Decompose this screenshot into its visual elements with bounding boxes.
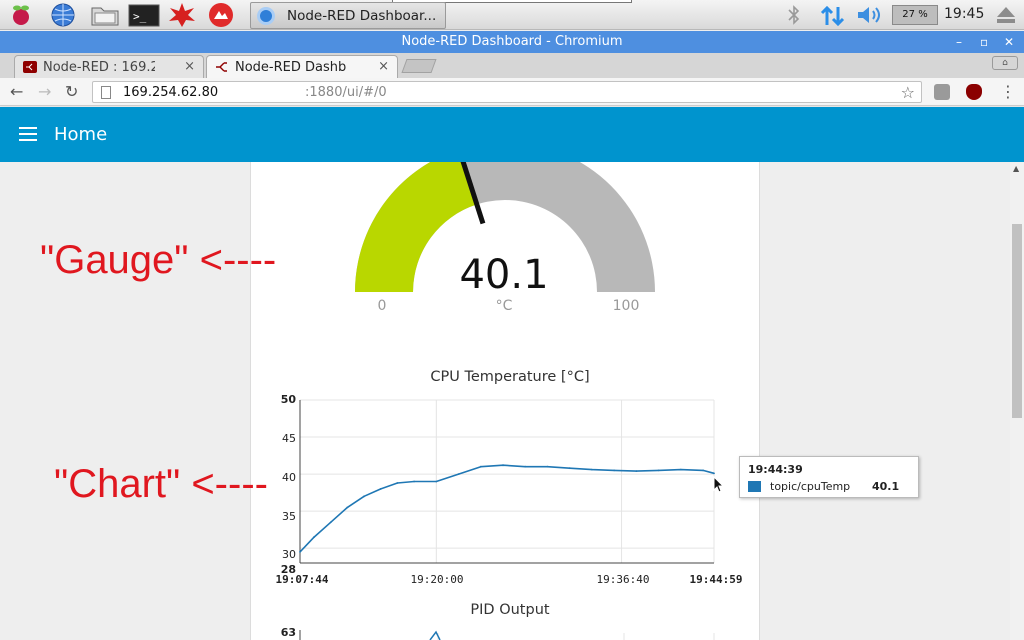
gauge-annotation: "Gauge" <----	[40, 238, 277, 282]
gauge-min-label: 0	[377, 298, 387, 314]
chart-tooltip: 19:44:39 topic/cpuTemp 40.1	[739, 456, 919, 498]
window-titlebar: Node-RED Dashboard - Chromium – ▫ ✕	[0, 31, 1024, 53]
y-tick-label: 30	[282, 548, 296, 561]
close-icon[interactable]: ✕	[1004, 31, 1014, 53]
hamburger-menu-icon[interactable]	[19, 127, 37, 141]
page-title: Home	[54, 124, 108, 145]
chart-annotation: "Chart" <----	[54, 462, 268, 506]
series-swatch	[748, 481, 761, 492]
url-path: :1880/ui/#/0	[305, 85, 387, 100]
url-host: 169.254.62.80	[123, 85, 219, 100]
bookmark-star-icon[interactable]: ☆	[901, 83, 915, 102]
data-point	[679, 468, 682, 471]
data-point	[546, 465, 549, 468]
data-point	[635, 470, 638, 473]
data-point	[457, 473, 460, 475]
scrollbar-thumb[interactable]	[1012, 224, 1022, 418]
x-tick-label: 19:20:00	[410, 573, 464, 586]
volume-icon[interactable]	[856, 5, 884, 29]
x-tick-label: 19:36:40	[596, 573, 650, 586]
data-point	[591, 468, 593, 471]
y-tick-label: 45	[282, 432, 296, 445]
profile-icon[interactable]: ⌂	[992, 56, 1018, 70]
tab-node-red-editor[interactable]: Node-RED : 169.25 ×	[14, 55, 204, 78]
data-point	[363, 495, 365, 498]
cpu-monitor[interactable]: 27 %	[892, 5, 938, 25]
data-point	[713, 472, 715, 475]
gauge-value: 40.1	[459, 252, 549, 298]
tab-node-red-dashboard[interactable]: Node-RED Dashbo ×	[206, 55, 398, 78]
tab-label: Node-RED Dashbo	[235, 60, 347, 75]
tooltip-series: topic/cpuTemp	[770, 480, 851, 493]
network-icon[interactable]	[820, 5, 846, 31]
reload-icon[interactable]: ↻	[65, 82, 78, 101]
data-point	[396, 482, 399, 484]
extension-icon[interactable]	[934, 84, 950, 100]
mathematica-icon[interactable]	[168, 2, 195, 28]
tab-strip: Node-RED : 169.25 × Node-RED Dashbo × ⌂	[0, 53, 1024, 78]
data-point	[299, 550, 301, 553]
data-point	[613, 469, 616, 472]
y-tick-label: 35	[282, 510, 296, 523]
tooltip-time: 19:44:39	[748, 463, 803, 476]
x-tick-label: 19:07:44	[275, 573, 329, 586]
data-point	[329, 521, 332, 524]
data-point	[435, 480, 438, 483]
page-scrollbar[interactable]: ▲	[1010, 162, 1024, 640]
ublock-icon[interactable]	[966, 84, 982, 100]
data-point	[346, 506, 349, 509]
data-point	[413, 480, 416, 483]
menu-icon[interactable]: ⋮	[1000, 82, 1016, 101]
window-title: Node-RED Dashboard - Chromium	[401, 34, 623, 49]
data-point	[702, 469, 704, 472]
terminal-icon[interactable]: >_	[128, 2, 160, 28]
chart-title: CPU Temperature [°C]	[430, 369, 590, 385]
tab-label: Node-RED : 169.25	[43, 60, 155, 75]
data-point	[657, 469, 660, 472]
pid-chart-title: PID Output	[470, 602, 550, 618]
data-point	[502, 464, 504, 467]
taskbar-window-button[interactable]: Node-RED Dashboar...	[250, 2, 446, 29]
pid-output-chart[interactable]	[290, 630, 730, 640]
wolfram-icon[interactable]	[207, 2, 233, 28]
node-red-favicon	[23, 61, 37, 73]
tab-close-icon[interactable]: ×	[378, 59, 389, 74]
dashboard-header: Home	[0, 107, 1024, 162]
data-point	[379, 488, 382, 490]
node-red-favicon	[216, 62, 227, 72]
y-tick-label: 40	[282, 471, 296, 484]
browser-toolbar: ← → ↻ 169.254.62.80 :1880/ui/#/0 ☆ ⋮	[0, 78, 1024, 106]
taskbar-window-label: Node-RED Dashboar...	[287, 8, 437, 24]
tab-close-icon[interactable]: ×	[184, 59, 195, 74]
series-line-cpu-temp	[299, 464, 715, 553]
page-icon	[101, 86, 111, 99]
chromium-icon	[257, 7, 275, 25]
data-point	[524, 465, 527, 468]
x-tick-label: 19:44:59	[689, 573, 743, 586]
minimize-icon[interactable]: –	[956, 31, 962, 53]
gauge-max-label: 100	[612, 298, 640, 314]
new-tab-button[interactable]	[401, 59, 437, 73]
tooltip-value: 40.1	[872, 480, 900, 493]
clock[interactable]: 19:45	[944, 6, 984, 22]
address-bar[interactable]: 169.254.62.80 :1880/ui/#/0 ☆	[92, 81, 922, 103]
taskbar: >_ Node-RED Dashboar... 27 % 19:45	[0, 0, 1024, 30]
scroll-up-icon[interactable]: ▲	[1013, 164, 1019, 173]
data-point	[313, 536, 315, 538]
eject-icon[interactable]	[996, 6, 1016, 28]
file-manager-icon[interactable]	[90, 2, 119, 28]
y-tick-label: 50	[280, 393, 296, 406]
cpu-temperature-chart[interactable]	[290, 392, 730, 572]
data-point	[568, 467, 571, 470]
bluetooth-icon[interactable]	[786, 5, 802, 29]
forward-icon[interactable]: →	[38, 82, 51, 101]
mouse-cursor-icon	[713, 476, 725, 493]
data-point	[479, 465, 482, 468]
restore-icon[interactable]: ▫	[980, 31, 988, 53]
back-icon[interactable]: ←	[10, 82, 23, 101]
raspberry-menu-icon[interactable]	[8, 2, 34, 28]
svg-text:>_: >_	[133, 10, 147, 23]
web-browser-icon[interactable]	[50, 2, 76, 28]
gauge-unit: °C	[495, 298, 513, 314]
